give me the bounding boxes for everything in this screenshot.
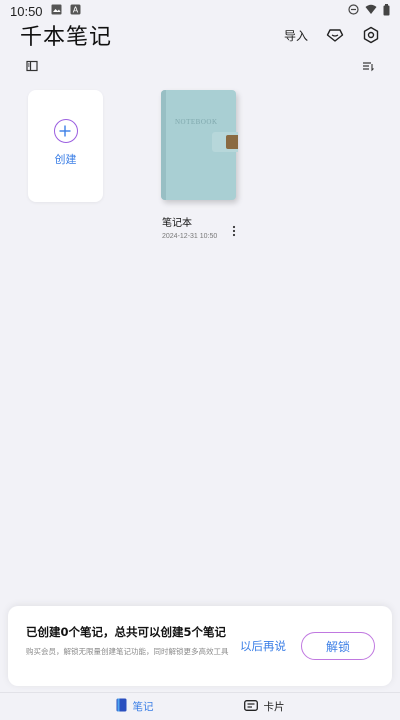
wifi-icon <box>365 4 377 18</box>
layout-toggle-icon[interactable] <box>26 57 38 76</box>
membership-promo-banner: 已创建0个笔记，总共可以创建5个笔记 购买会员，解锁无限量创建笔记功能，同时解锁… <box>8 606 392 686</box>
nav-tab-notes-label: 笔记 <box>132 701 154 713</box>
notebook-cover-text: NOTEBOOK <box>175 118 218 126</box>
more-options-icon[interactable] <box>230 222 238 237</box>
promo-description: 购买会员，解锁无限量创建笔记功能，同时解锁更多高效工具 <box>26 647 229 656</box>
nav-tab-notes[interactable]: 笔记 <box>116 698 154 715</box>
notebook-icon <box>116 698 127 715</box>
notebook-clasp <box>226 135 238 149</box>
do-not-disturb-icon <box>348 4 359 18</box>
nav-tab-cards[interactable]: 卡片 <box>243 699 285 714</box>
later-button[interactable]: 以后再说 <box>240 638 286 654</box>
app-header: 千本笔记 导入 <box>0 18 400 52</box>
unlock-button[interactable]: 解锁 <box>301 632 375 660</box>
promo-title: 已创建0个笔记，总共可以创建5个笔记 <box>26 625 227 639</box>
header-actions: 导入 <box>284 26 380 44</box>
app-notification-icon: A <box>70 4 81 18</box>
notebook-cover[interactable]: NOTEBOOK <box>161 90 238 200</box>
crown-icon[interactable] <box>326 26 344 44</box>
svg-text:A: A <box>72 6 78 15</box>
add-icon <box>53 119 78 143</box>
create-note-card[interactable]: 创建 <box>28 90 103 202</box>
toolbar <box>0 56 400 76</box>
bottom-nav: 笔记 卡片 <box>0 692 400 720</box>
settings-icon[interactable] <box>362 26 380 44</box>
page-title: 千本笔记 <box>20 25 113 50</box>
battery-icon <box>383 3 390 19</box>
status-time: 10:50 <box>10 3 43 19</box>
sort-icon[interactable] <box>362 57 374 76</box>
notebook-name[interactable]: 笔记本 <box>162 214 192 229</box>
notebook-spine <box>161 90 166 200</box>
notebook-date: 2024-12-31 10:50 <box>162 233 218 240</box>
import-button[interactable]: 导入 <box>284 27 308 44</box>
card-icon <box>243 699 258 714</box>
nav-tab-cards-label: 卡片 <box>263 701 285 713</box>
image-notification-icon <box>51 4 62 18</box>
create-label: 创建 <box>54 153 77 166</box>
